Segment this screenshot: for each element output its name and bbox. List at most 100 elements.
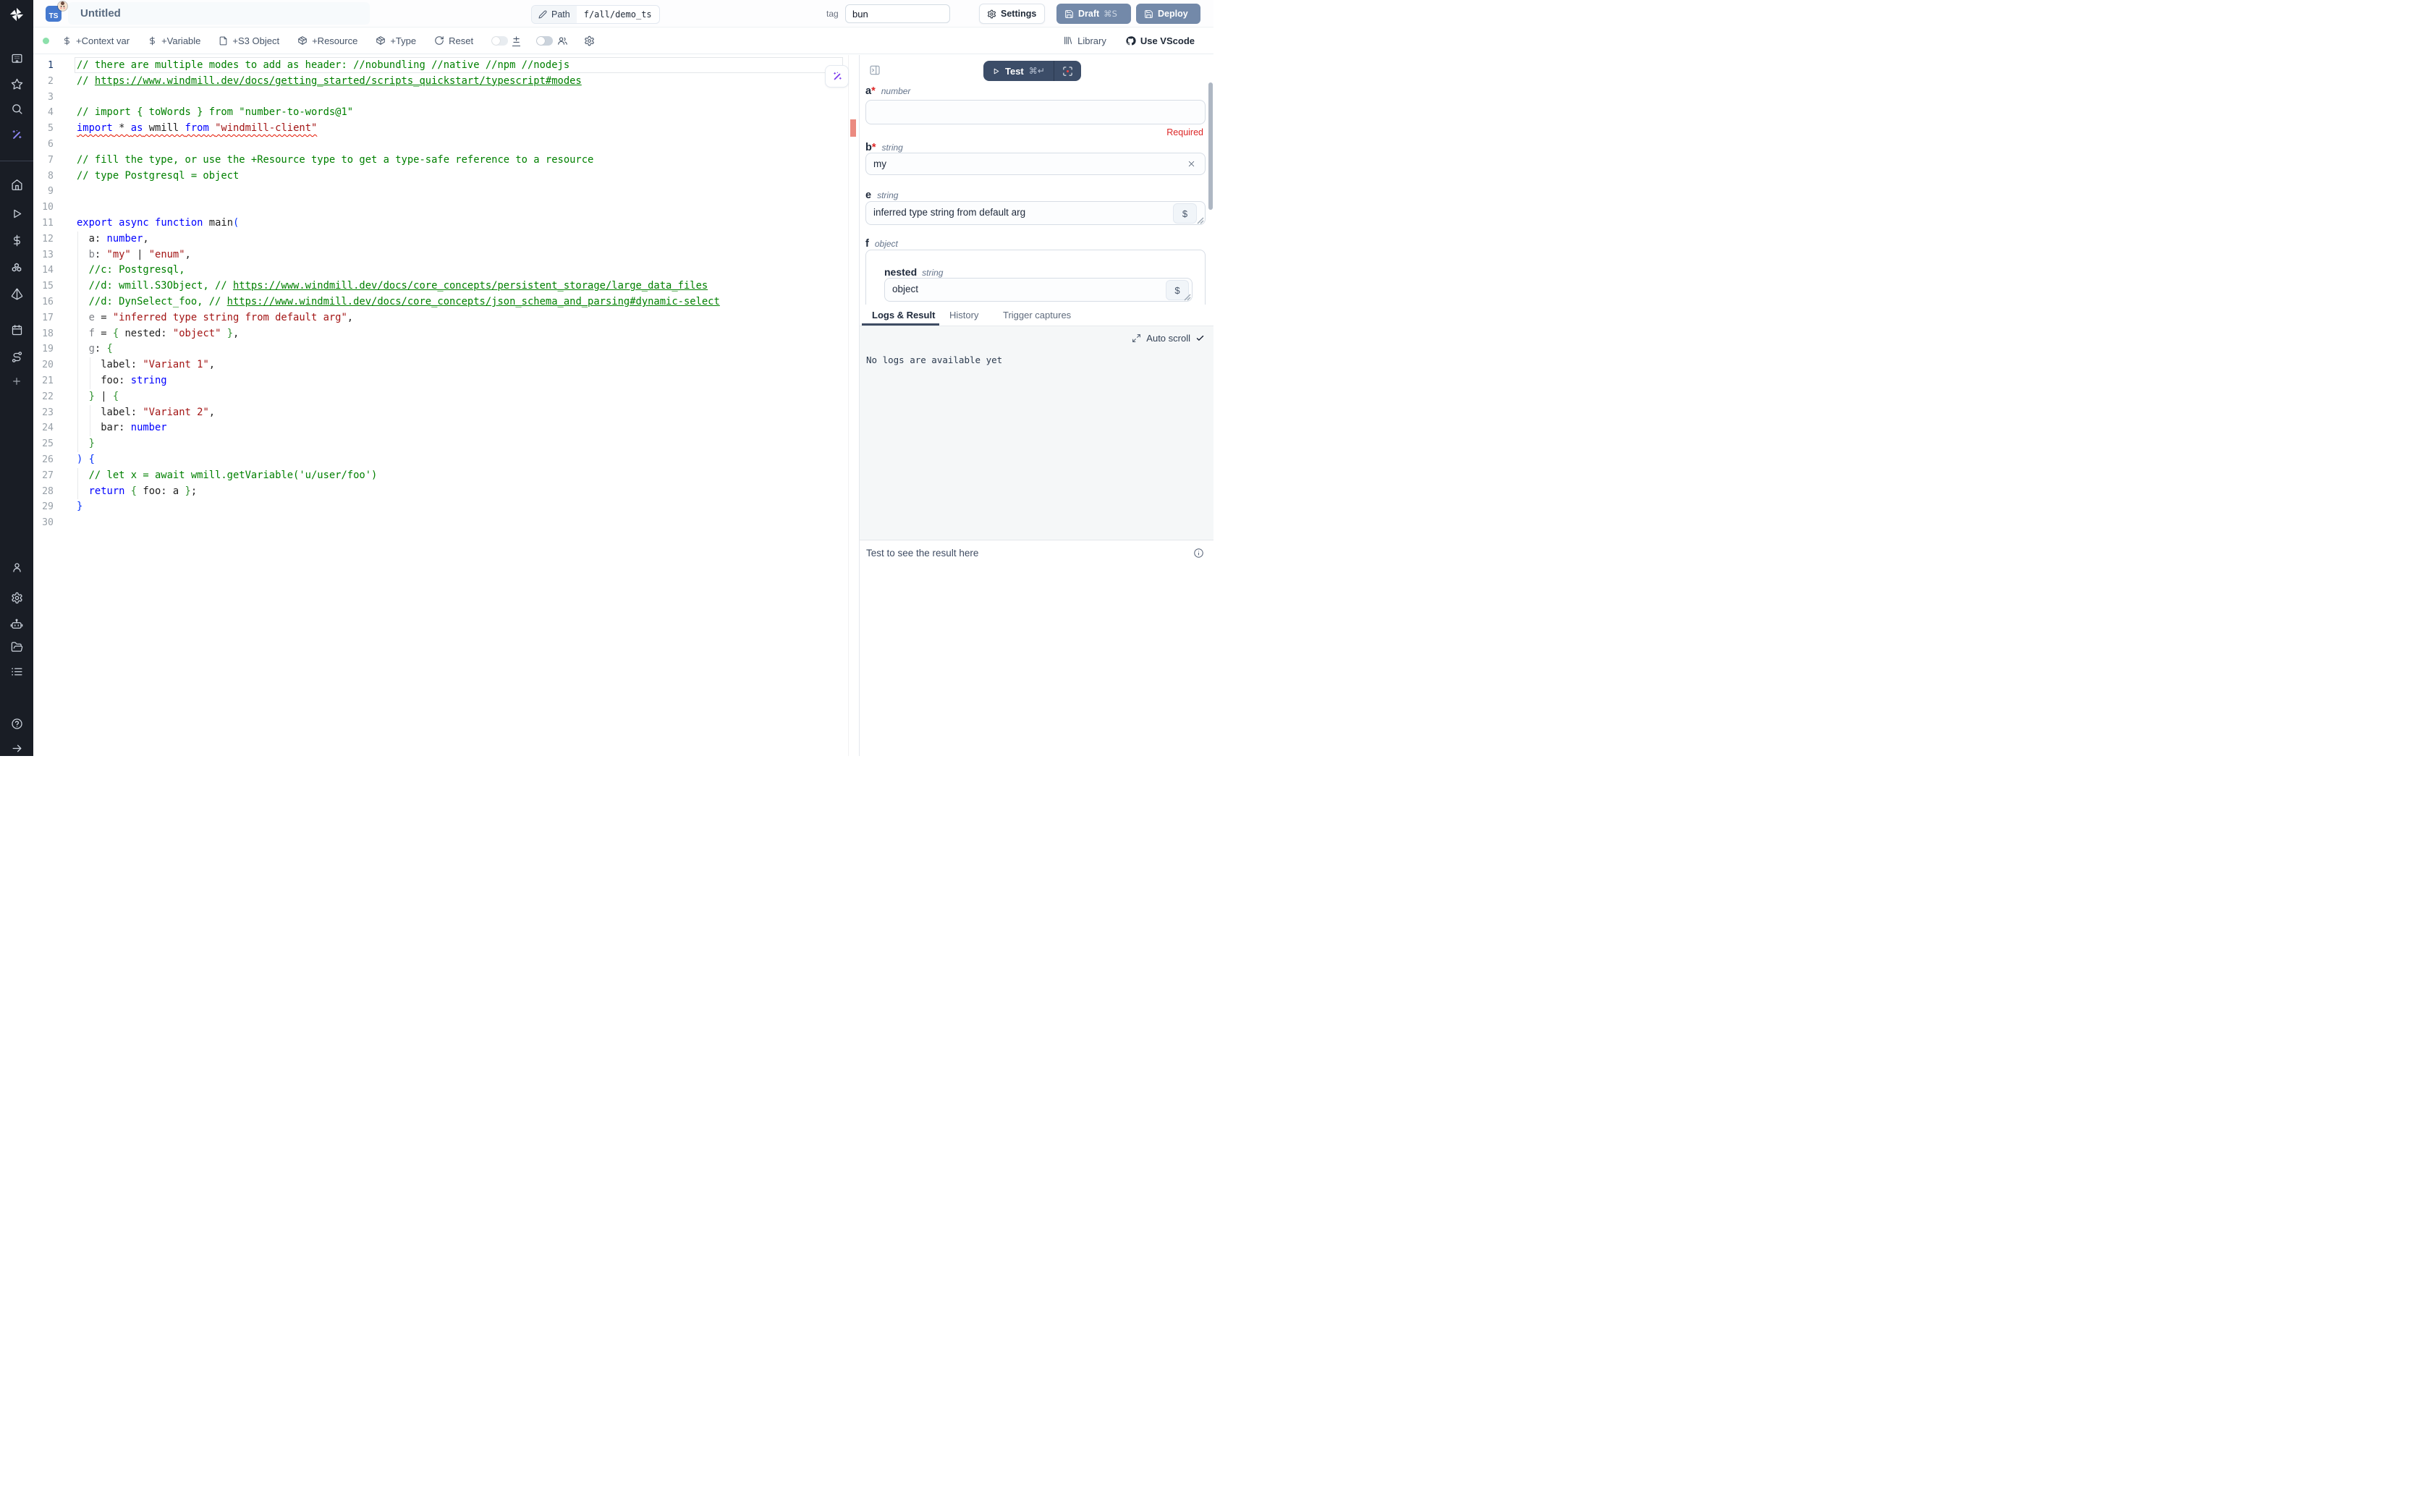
code-line[interactable]: } [77, 436, 849, 452]
code-line[interactable] [77, 200, 849, 216]
runs-play-icon[interactable] [0, 205, 33, 222]
diff-mode-toggle[interactable]: ± [491, 35, 520, 46]
code-line[interactable]: export async function main( [77, 216, 849, 232]
line-number[interactable]: 11 [33, 216, 54, 232]
audit-list-icon[interactable] [0, 663, 33, 680]
code-line[interactable]: // type Postgresql = object [77, 169, 849, 184]
code-line[interactable]: a: number, [77, 232, 849, 247]
add-plus-icon[interactable] [0, 373, 33, 390]
code-line[interactable]: // let x = await wmill.getVariable('u/us… [77, 468, 849, 484]
windmill-logo-icon[interactable] [0, 6, 33, 23]
test-button[interactable]: Test ⌘↵ [983, 61, 1054, 81]
script-title-input[interactable]: Untitled [68, 2, 370, 25]
expand-icon[interactable] [1132, 334, 1141, 343]
add-type-button[interactable]: +Type [376, 35, 416, 46]
code-line[interactable]: f = { nested: "object" }, [77, 326, 849, 342]
code-line[interactable]: return { foo: a }; [77, 484, 849, 500]
tab-logs-result[interactable]: Logs & Result [872, 305, 935, 326]
code-line[interactable]: foo: string [77, 373, 849, 389]
workspace-icon[interactable] [0, 49, 33, 67]
code-line[interactable]: // https://www.windmill.dev/docs/getting… [77, 74, 849, 90]
line-number[interactable]: 30 [33, 515, 54, 531]
line-number[interactable]: 12 [33, 232, 54, 247]
line-number[interactable]: 14 [33, 263, 54, 279]
collapse-panel-icon[interactable] [869, 64, 881, 76]
code-editor[interactable]: 1234567891011121314151617181920212223242… [33, 55, 859, 756]
field-a-input[interactable] [865, 100, 1206, 124]
code-line[interactable]: label: "Variant 1", [77, 357, 849, 373]
toggle-switch[interactable] [491, 36, 508, 46]
code-content[interactable]: // there are multiple modes to add as he… [77, 58, 849, 531]
code-line[interactable]: // fill the type, or use the +Resource t… [77, 153, 849, 169]
tag-input[interactable] [845, 4, 950, 23]
settings-button[interactable]: Settings [979, 4, 1045, 24]
auto-scroll-control[interactable]: Auto scroll [1132, 333, 1205, 344]
line-number[interactable]: 7 [33, 153, 54, 169]
line-number[interactable]: 25 [33, 436, 54, 452]
apps-pyramid-icon[interactable] [0, 285, 33, 302]
line-number[interactable]: 16 [33, 294, 54, 310]
capture-button[interactable] [1054, 61, 1081, 81]
line-number[interactable]: 3 [33, 90, 54, 106]
workers-robot-icon[interactable] [0, 616, 33, 633]
clear-field-b-icon[interactable] [1187, 159, 1196, 169]
home-icon[interactable] [0, 176, 33, 193]
favorites-star-icon[interactable] [0, 75, 33, 93]
line-number[interactable]: 21 [33, 373, 54, 389]
line-number[interactable]: 6 [33, 137, 54, 153]
expand-sidebar-arrow-icon[interactable] [0, 739, 33, 756]
code-line[interactable] [77, 515, 849, 531]
line-number[interactable]: 22 [33, 389, 54, 405]
deploy-button[interactable]: Deploy [1136, 4, 1200, 24]
add-resource-button[interactable]: +Resource [297, 35, 357, 46]
line-number[interactable]: 26 [33, 452, 54, 468]
schedules-calendar-icon[interactable] [0, 321, 33, 339]
code-line[interactable] [77, 137, 849, 153]
line-number[interactable]: 17 [33, 310, 54, 326]
help-icon[interactable] [0, 715, 33, 732]
code-line[interactable]: label: "Variant 2", [77, 405, 849, 421]
line-number[interactable]: 29 [33, 499, 54, 515]
tab-trigger-captures[interactable]: Trigger captures [1003, 305, 1071, 326]
settings-gear-icon[interactable] [0, 589, 33, 606]
code-line[interactable]: // there are multiple modes to add as he… [77, 58, 849, 74]
reset-button[interactable]: Reset [434, 35, 473, 46]
resize-handle-icon[interactable] [1197, 217, 1204, 224]
code-line[interactable]: b: "my" | "enum", [77, 247, 849, 263]
field-e-input[interactable]: inferred type string from default arg [865, 201, 1206, 225]
library-button[interactable]: Library [1063, 35, 1106, 46]
line-number[interactable]: 28 [33, 484, 54, 500]
line-number[interactable]: 19 [33, 341, 54, 357]
editor-settings-button[interactable] [584, 35, 595, 46]
info-icon[interactable] [1193, 548, 1204, 558]
code-line[interactable]: //d: DynSelect_foo, // https://www.windm… [77, 294, 849, 310]
line-number[interactable]: 8 [33, 169, 54, 184]
add-variable-button[interactable]: +Variable [148, 35, 200, 46]
line-number[interactable]: 24 [33, 420, 54, 436]
line-number[interactable]: 18 [33, 326, 54, 342]
line-number[interactable]: 4 [33, 105, 54, 121]
line-number[interactable]: 5 [33, 121, 54, 137]
multiplayer-toggle[interactable] [536, 35, 568, 46]
field-e-variable-picker-button[interactable]: $ [1173, 203, 1197, 224]
code-line[interactable]: bar: number [77, 420, 849, 436]
code-line[interactable]: import * as wmill from "windmill-client" [77, 121, 849, 137]
tab-history[interactable]: History [949, 305, 978, 326]
resources-boxes-icon[interactable] [0, 258, 33, 276]
line-number[interactable]: 13 [33, 247, 54, 263]
code-line[interactable]: } | { [77, 389, 849, 405]
code-line[interactable] [77, 90, 849, 106]
line-number[interactable]: 10 [33, 200, 54, 216]
ai-wand-icon[interactable] [0, 127, 33, 144]
code-line[interactable]: //c: Postgresql, [77, 263, 849, 279]
code-line[interactable]: //d: wmill.S3Object, // https://www.wind… [77, 279, 849, 294]
line-number[interactable]: 15 [33, 279, 54, 294]
search-icon[interactable] [0, 100, 33, 117]
line-number[interactable]: 1 [33, 58, 54, 74]
line-number[interactable]: 27 [33, 468, 54, 484]
field-b-input[interactable] [865, 153, 1206, 175]
add-context-var-button[interactable]: +Context var [62, 35, 130, 46]
line-number[interactable]: 2 [33, 74, 54, 90]
ai-assistant-button[interactable] [825, 65, 849, 88]
code-line[interactable]: } [77, 499, 849, 515]
